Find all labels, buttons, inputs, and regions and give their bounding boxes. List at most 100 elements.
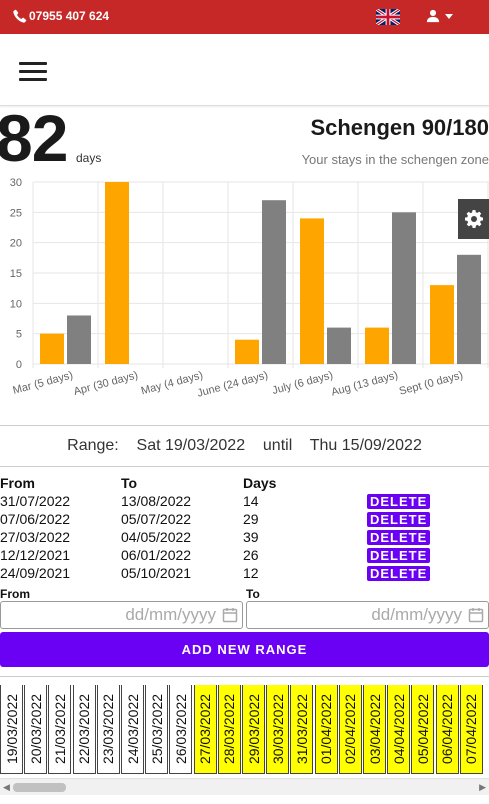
days-unit: days xyxy=(76,151,102,165)
horizontal-scrollbar[interactable]: ◀ ▶ xyxy=(0,778,489,795)
scroll-thumb[interactable] xyxy=(13,783,66,792)
calendar-icon[interactable] xyxy=(468,607,484,623)
menu-toggle[interactable] xyxy=(19,62,47,82)
stays-bar-chart: 0 5 10 15 20 25 30 Mar (5 days)Apr (30 days) May… xyxy=(10,177,489,400)
day-cell: 03/04/2022 xyxy=(363,685,386,774)
range-space xyxy=(297,437,306,454)
settings-button[interactable] xyxy=(458,199,489,239)
delete-button[interactable]: DELETE xyxy=(367,494,431,509)
chart-bar[interactable] xyxy=(300,218,324,364)
day-cell: 02/04/2022 xyxy=(338,685,362,774)
x-tick-label: July (6 days) xyxy=(271,369,334,397)
chart-bar[interactable] xyxy=(457,254,481,364)
calendar-icon[interactable] xyxy=(222,607,238,623)
row-days: 29 xyxy=(243,511,259,527)
gear-icon xyxy=(464,210,483,228)
scroll-left-arrow-icon[interactable]: ◀ xyxy=(3,782,10,793)
day-cell-date: 26/03/2022 xyxy=(172,693,189,765)
divider xyxy=(0,466,489,467)
row-to: 06/01/2022 xyxy=(121,547,192,563)
user-menu[interactable] xyxy=(426,9,454,23)
y-tick-label: 0 xyxy=(16,359,22,371)
day-cell-date: 23/03/2022 xyxy=(100,693,117,765)
day-cell: 21/03/2022 xyxy=(48,685,72,774)
row-to: 04/05/2022 xyxy=(121,529,192,545)
row-to: 13/08/2022 xyxy=(121,493,192,509)
x-tick-label: Mar (5 days) xyxy=(12,369,75,397)
x-tick-label: June (24 days) xyxy=(196,369,269,399)
delete-button[interactable]: DELETE xyxy=(367,512,431,527)
day-cell-date: 29/03/2022 xyxy=(245,693,262,765)
delete-button[interactable]: DELETE xyxy=(367,566,431,581)
x-tick-label: Aug (13 days) xyxy=(330,369,399,398)
from-label: From xyxy=(0,587,30,601)
table-row: 27/03/2022 04/05/2022 39 DELETE xyxy=(0,529,489,547)
divider xyxy=(0,676,489,677)
scroll-right-arrow-icon[interactable]: ▶ xyxy=(479,782,486,793)
row-from: 31/07/2022 xyxy=(0,493,71,509)
day-cell-date: 22/03/2022 xyxy=(76,693,93,765)
hamburger-icon xyxy=(19,62,47,65)
stays-table: From To Days 31/07/2022 13/08/2022 14 DE… xyxy=(0,475,489,583)
day-cell-date: 02/04/2022 xyxy=(342,693,359,765)
table-row: 12/12/2021 06/01/2022 26 DELETE xyxy=(0,547,489,565)
day-cell: 28/03/2022 xyxy=(217,685,241,774)
chart-bar[interactable] xyxy=(262,200,286,364)
day-cell: 05/04/2022 xyxy=(411,685,435,774)
page-title: Schengen 90/180 xyxy=(310,115,489,140)
day-cell-date: 31/03/2022 xyxy=(293,693,310,765)
chart-bar[interactable] xyxy=(235,339,259,364)
row-days: 14 xyxy=(243,493,259,509)
hamburger-bar xyxy=(19,70,47,73)
chart-bar[interactable] xyxy=(392,212,416,364)
x-tick-label: Sept (0 days) xyxy=(398,369,464,398)
phone-link[interactable]: 07955 407 624 xyxy=(13,9,109,23)
chart-bar[interactable] xyxy=(430,285,454,364)
chart-bar[interactable] xyxy=(105,182,129,364)
range-from: Sat 19/03/2022 xyxy=(136,437,246,454)
row-from: 24/09/2021 xyxy=(0,565,71,581)
row-days: 12 xyxy=(243,565,259,581)
y-tick-label: 15 xyxy=(10,268,22,280)
day-cell: 26/03/2022 xyxy=(169,685,193,774)
delete-button[interactable]: DELETE xyxy=(367,548,431,563)
day-cell: 27/03/2022 xyxy=(193,685,217,774)
top-bar: 07955 407 624 xyxy=(0,0,489,34)
day-strip[interactable]: 19/03/2022 20/03/2022 21/03/2022 22/03/2022… xyxy=(0,685,489,775)
chart-bar[interactable] xyxy=(67,315,91,364)
day-cell: 19/03/2022 xyxy=(0,685,23,774)
row-days: 39 xyxy=(243,529,259,545)
uk-flag-icon[interactable] xyxy=(376,9,400,25)
range-space xyxy=(250,437,259,454)
row-to: 05/10/2021 xyxy=(121,565,192,581)
page-subtitle: Your stays in the schengen zone xyxy=(301,152,489,167)
y-tick-label: 30 xyxy=(10,177,22,189)
day-cell: 29/03/2022 xyxy=(242,685,265,774)
day-cell-date: 07/04/2022 xyxy=(463,693,480,765)
chart-bar[interactable] xyxy=(327,327,351,364)
range-label: Range: xyxy=(67,437,119,454)
day-cell-date: 28/03/2022 xyxy=(221,693,238,765)
row-from: 07/06/2022 xyxy=(0,511,71,527)
day-cell: 25/03/2022 xyxy=(145,685,169,774)
chart-bar[interactable] xyxy=(365,327,389,364)
add-range-button[interactable]: ADD NEW RANGE xyxy=(0,632,489,667)
chart-bar[interactable] xyxy=(40,333,64,364)
y-tick-label: 20 xyxy=(10,238,22,250)
day-cell-date: 21/03/2022 xyxy=(51,693,68,765)
table-row: 31/07/2022 13/08/2022 14 DELETE xyxy=(0,493,489,511)
day-cell: 07/04/2022 xyxy=(459,685,483,774)
day-cell-date: 19/03/2022 xyxy=(3,693,20,765)
day-cell: 04/04/2022 xyxy=(387,685,411,774)
x-tick-label: May (4 days) xyxy=(140,369,205,397)
from-date-placeholder: dd/mm/yyyy xyxy=(125,605,216,624)
hamburger-bar xyxy=(19,78,47,81)
delete-button[interactable]: DELETE xyxy=(367,530,431,545)
to-date-input[interactable]: dd/mm/yyyy xyxy=(246,601,489,629)
divider xyxy=(0,425,489,426)
row-from: 12/12/2021 xyxy=(0,547,71,563)
range-space xyxy=(123,437,132,454)
from-date-input[interactable]: dd/mm/yyyy xyxy=(0,601,243,629)
day-cell-date: 30/03/2022 xyxy=(269,693,286,765)
day-cell: 30/03/2022 xyxy=(266,685,290,774)
